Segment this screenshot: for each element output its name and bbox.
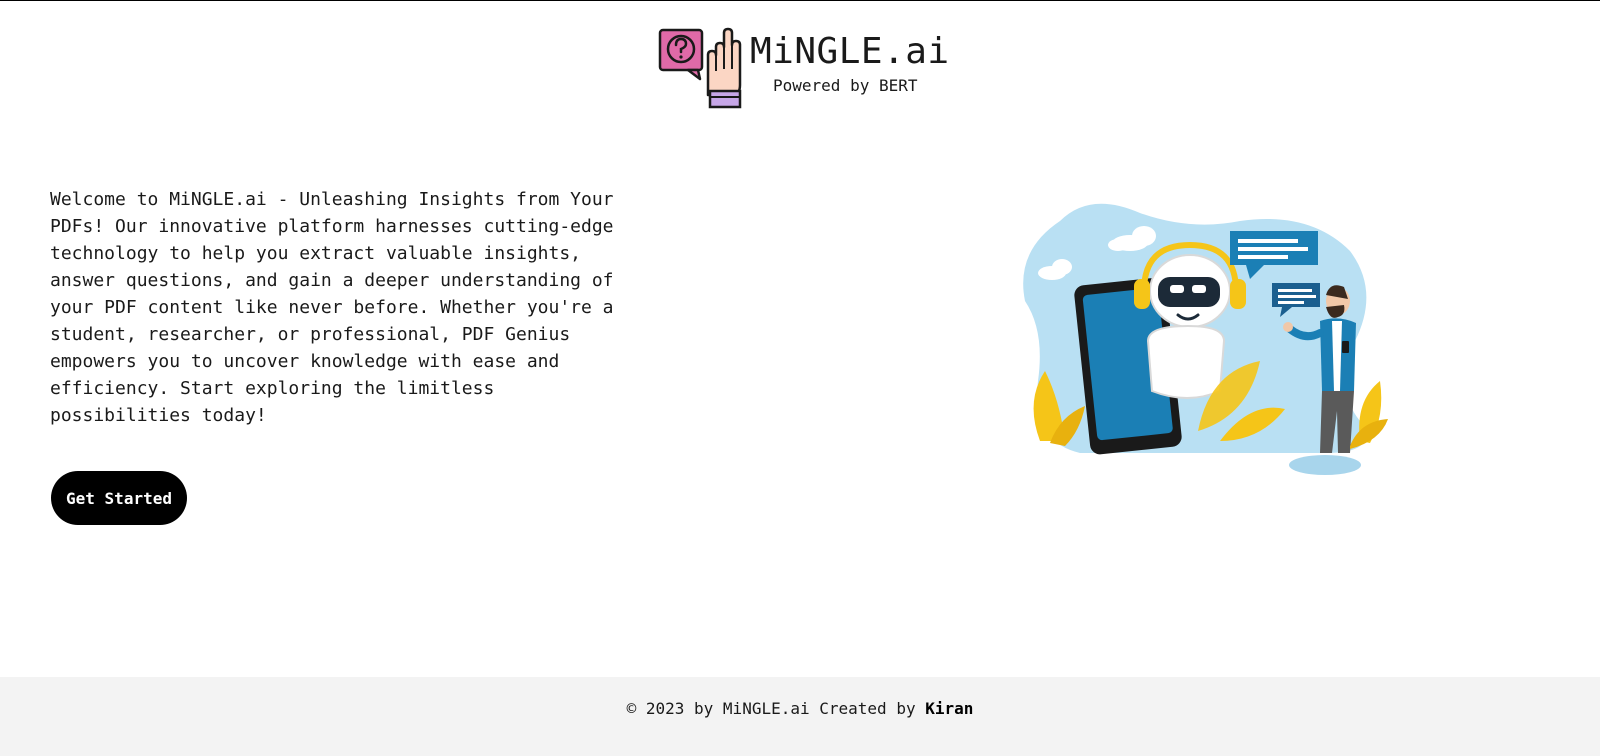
footer-author: Kiran bbox=[925, 699, 974, 718]
footer-copyright: © 2023 by MiNGLE.ai Created by bbox=[626, 699, 926, 718]
brand-name: MiNGLE.ai bbox=[750, 31, 950, 72]
site-header: MiNGLE.ai Powered by BERT bbox=[0, 25, 1600, 109]
question-hand-icon bbox=[658, 25, 742, 109]
intro-paragraph: Welcome to MiNGLE.ai - Unleashing Insigh… bbox=[50, 189, 614, 426]
robot-chat-illustration bbox=[1020, 191, 1390, 481]
site-footer: © 2023 by MiNGLE.ai Created by Kiran bbox=[0, 677, 1600, 756]
get-started-button[interactable]: Get Started bbox=[51, 471, 187, 525]
brand-tagline: Powered by BERT bbox=[773, 76, 918, 95]
